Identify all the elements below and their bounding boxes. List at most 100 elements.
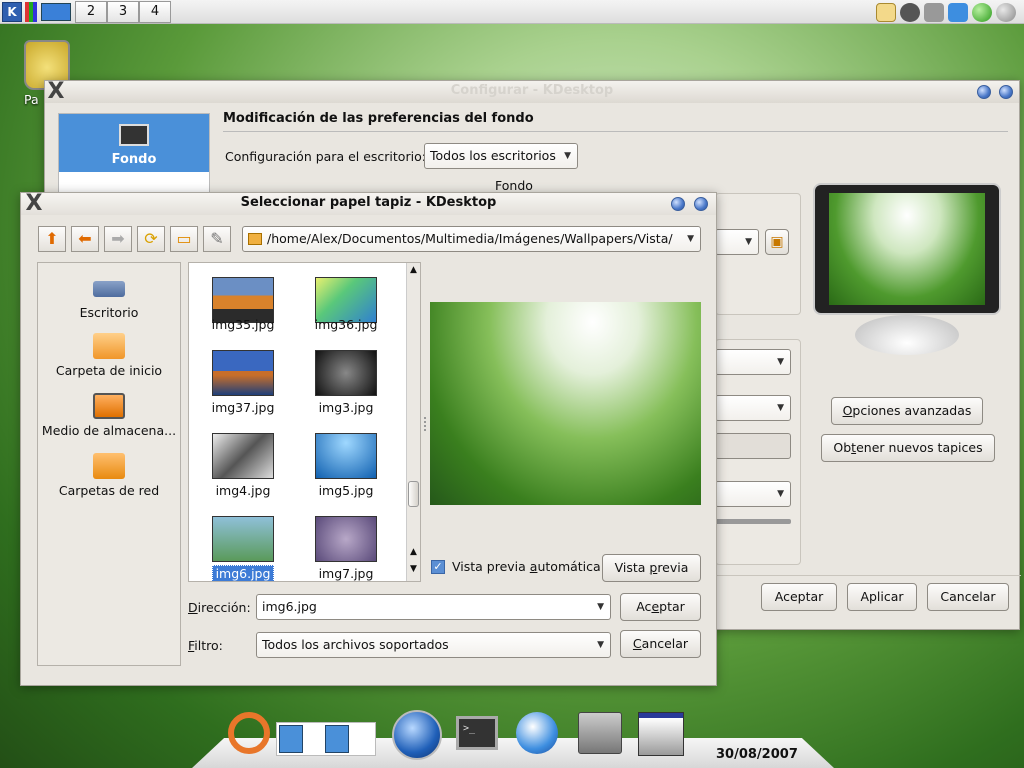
ubuntu-icon[interactable] — [228, 712, 270, 754]
plug-icon[interactable] — [924, 3, 944, 22]
page-title: Modificación de las preferencias del fon… — [223, 111, 534, 126]
close-icon[interactable]: X — [45, 81, 67, 103]
maximize-button[interactable] — [999, 85, 1013, 99]
scroll-up-icon[interactable]: ▲ — [410, 265, 417, 275]
settings-wrench-icon[interactable]: ✎ — [203, 226, 231, 252]
config-titlebar[interactable]: Configurar - KDesktop — [45, 81, 1019, 103]
monitor-icon — [119, 124, 149, 146]
address-combo[interactable]: img6.jpg ▼ — [256, 594, 611, 620]
place-carpetas-de-red[interactable]: Carpetas de red — [38, 453, 180, 498]
clock-date[interactable]: 30/08/2007 — [716, 747, 798, 762]
file-name-selected[interactable]: img6.jpg — [198, 565, 288, 581]
forward-icon: ➡ — [104, 226, 132, 252]
file-thumb[interactable] — [212, 516, 274, 562]
config-accept-button[interactable]: Aceptar — [761, 583, 837, 611]
back-icon[interactable]: ⬅ — [71, 226, 99, 252]
power-icon[interactable] — [996, 3, 1016, 22]
dialog-accept-button[interactable]: Aceptar — [620, 593, 701, 621]
klipper-icon[interactable] — [876, 3, 896, 22]
dialog-maximize-button[interactable] — [694, 197, 708, 211]
file-view-scrollbar[interactable]: ▲ ▲ ▼ — [406, 263, 420, 581]
task-button-1[interactable] — [276, 722, 376, 756]
file-thumb[interactable] — [315, 433, 377, 479]
top-panel: K 2 3 4 — [0, 0, 1024, 24]
file-name[interactable]: img3.jpg — [301, 400, 391, 415]
monitor-preview — [813, 183, 1001, 315]
browse-folder-button[interactable]: ▣ — [765, 229, 789, 255]
reload-icon[interactable]: ⟳ — [137, 226, 165, 252]
file-view[interactable]: img35.jpg img36.jpg img37.jpg img3.jpg i… — [188, 262, 421, 582]
get-new-wallpapers-button[interactable]: Obtener nuevos tapices — [821, 434, 995, 462]
position-select[interactable]: ▼ — [715, 349, 791, 375]
package-manager-icon[interactable] — [578, 712, 622, 754]
kde-menu-icon[interactable]: K — [2, 2, 22, 22]
up-folder-icon[interactable]: ⬆ — [38, 226, 66, 252]
color-field[interactable] — [715, 433, 791, 459]
path-combo[interactable]: /home/Alex/Documentos/Multimedia/Imágene… — [242, 226, 701, 252]
dialog-cancel-button[interactable]: Cancelar — [620, 630, 701, 658]
pager-desktop-4[interactable]: 4 — [139, 1, 171, 23]
desktop-preview-icon[interactable] — [638, 712, 684, 756]
auto-preview-label[interactable]: Vista previa automática — [452, 559, 601, 574]
config-cancel-button[interactable]: Cancelar — [927, 583, 1009, 611]
wallpaper-dialog: Seleccionar papel tapiz - KDesktop X ⬆ ⬅… — [20, 192, 717, 686]
file-thumb[interactable] — [212, 350, 274, 396]
dialog-titlebar[interactable]: Seleccionar papel tapiz - KDesktop — [21, 193, 716, 215]
file-name[interactable]: img36.jpg — [301, 317, 391, 332]
place-label: Carpeta de inicio — [55, 363, 163, 378]
kde-tray-icon[interactable] — [900, 3, 920, 22]
file-name[interactable]: img37.jpg — [198, 400, 288, 415]
file-thumb[interactable] — [315, 350, 377, 396]
colors-select[interactable]: ▼ — [715, 395, 791, 421]
wallpaper-preview — [430, 302, 701, 505]
wallpaper-select[interactable]: ▼ — [715, 229, 759, 255]
blending-select[interactable]: ▼ — [715, 481, 791, 507]
pager-desktop-3[interactable]: 3 — [107, 1, 139, 23]
advanced-options-button[interactable]: Opciones avanzadas — [831, 397, 983, 425]
file-name[interactable]: img35.jpg — [198, 317, 288, 332]
new-folder-icon[interactable]: ▭ — [170, 226, 198, 252]
file-thumb[interactable] — [212, 433, 274, 479]
file-name[interactable]: img4.jpg — [198, 483, 288, 498]
filter-combo[interactable]: Todos los archivos soportados ▼ — [256, 632, 611, 658]
network-globe-icon[interactable] — [516, 712, 558, 754]
place-carpeta-de-inicio[interactable]: Carpeta de inicio — [38, 333, 180, 378]
terminal-icon[interactable]: >_ — [456, 716, 498, 750]
konqueror-icon[interactable] — [392, 710, 442, 760]
sidebar-item-fondo[interactable]: Fondo — [59, 114, 209, 172]
place-escritorio[interactable]: Escritorio — [38, 275, 180, 320]
folder-icon — [248, 233, 262, 245]
scroll-down-icon[interactable]: ▲ — [410, 547, 417, 557]
dialog-toolbar: ⬆ ⬅ ➡ ⟳ ▭ ✎ — [38, 226, 234, 252]
splitter-handle[interactable] — [424, 417, 428, 431]
color-scheme-icon[interactable] — [25, 2, 37, 22]
show-desktop-icon[interactable] — [41, 3, 71, 21]
minimize-button[interactable] — [977, 85, 991, 99]
place-medio-de-almacenamiento[interactable]: Medio de almacena... — [38, 393, 180, 438]
cursor-icon[interactable] — [948, 3, 968, 22]
place-label: Escritorio — [79, 305, 139, 320]
window-icon — [279, 725, 303, 753]
file-thumb[interactable] — [315, 516, 377, 562]
selected-file-name[interactable]: img6.jpg — [211, 565, 275, 581]
window-icon — [325, 725, 349, 753]
file-name[interactable]: img7.jpg — [301, 566, 391, 581]
scroll-down-icon-2[interactable]: ▼ — [410, 564, 417, 574]
place-label: Medio de almacena... — [41, 423, 177, 438]
scroll-thumb[interactable] — [408, 481, 419, 507]
monitor-preview-image — [829, 193, 985, 305]
config-sidebar: Fondo — [58, 113, 210, 193]
dialog-minimize-button[interactable] — [671, 197, 685, 211]
address-label: Dirección: — [188, 600, 251, 615]
balance-slider[interactable] — [715, 519, 791, 524]
desktop-config-select[interactable]: Todos los escritorios ▼ — [424, 143, 578, 169]
config-apply-button[interactable]: Aplicar — [847, 583, 917, 611]
auto-preview-checkbox[interactable]: ✓ — [431, 560, 445, 574]
network-status-icon[interactable] — [972, 3, 992, 22]
file-name[interactable]: img5.jpg — [301, 483, 391, 498]
pager-desktop-2[interactable]: 2 — [75, 1, 107, 23]
dialog-close-icon[interactable]: X — [23, 193, 45, 215]
preview-button[interactable]: Vista previa — [602, 554, 701, 582]
home-folder-icon — [93, 333, 125, 359]
storage-media-icon — [93, 393, 125, 419]
